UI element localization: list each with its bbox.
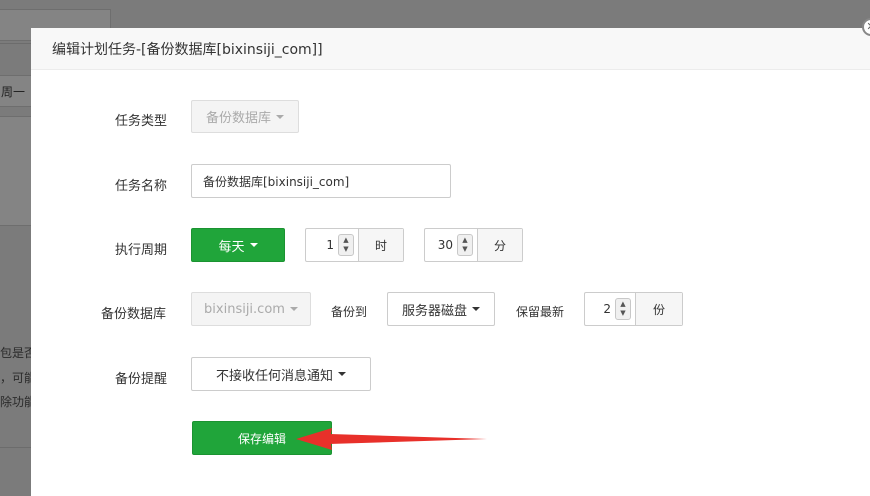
annotation-arrow-icon bbox=[296, 428, 487, 450]
